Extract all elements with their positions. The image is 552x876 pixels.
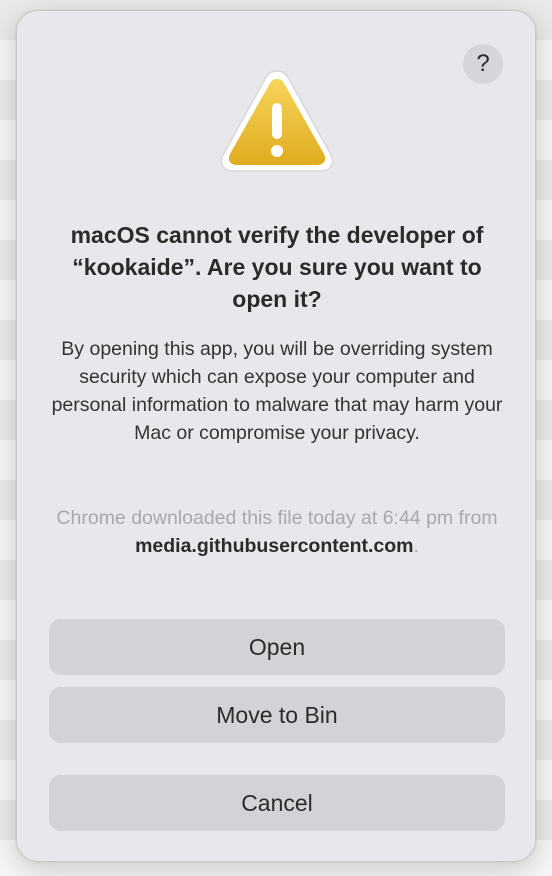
security-dialog: ? macOS cannot verify the developer of “…	[16, 10, 536, 862]
help-button[interactable]: ?	[463, 44, 503, 84]
source-prefix: Chrome downloaded this file today at 6:4…	[56, 507, 498, 529]
open-button[interactable]: Open	[49, 619, 505, 675]
cancel-button[interactable]: Cancel	[49, 775, 505, 831]
dialog-message: By opening this app, you will be overrid…	[51, 338, 503, 444]
warning-triangle-icon	[220, 70, 334, 172]
source-domain: media.githubusercontent.com	[135, 535, 414, 557]
dialog-title: macOS cannot verify the developer of “ko…	[70, 222, 484, 312]
move-to-bin-button[interactable]: Move to Bin	[49, 687, 505, 743]
source-suffix: .	[413, 535, 419, 557]
download-source-info: Chrome downloaded this file today at 6:4…	[47, 504, 507, 560]
help-icon: ?	[476, 50, 490, 77]
